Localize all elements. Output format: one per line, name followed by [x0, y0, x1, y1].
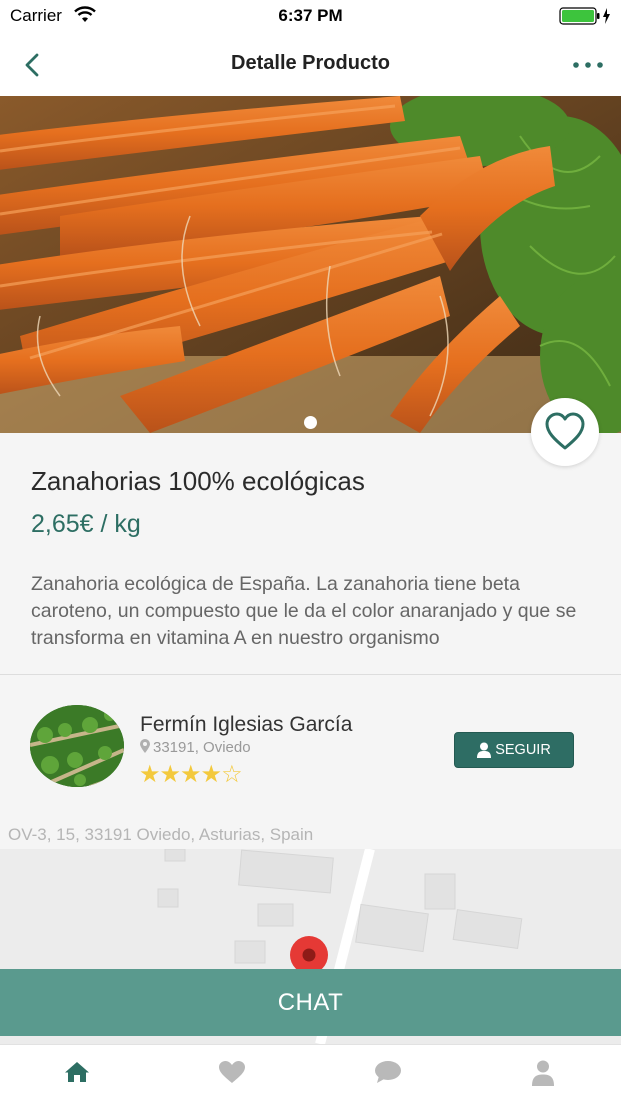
carrots-photo — [0, 96, 621, 433]
product-name: Zanahorias 100% ecológicas — [31, 466, 365, 496]
carousel-page-indicator[interactable] — [304, 416, 317, 429]
rating-stars-full: ★★★★ — [139, 761, 222, 788]
product-price: 2,65€ / kg — [31, 510, 141, 538]
tab-messages[interactable] — [368, 1060, 408, 1090]
map-pin-icon — [140, 739, 150, 753]
battery-icon — [559, 6, 613, 31]
heart-icon — [219, 1061, 245, 1083]
user-icon — [477, 742, 492, 758]
product-image-carousel[interactable] — [0, 96, 621, 433]
tab-home[interactable] — [57, 1060, 97, 1090]
clock: 6:37 PM — [278, 6, 343, 25]
favorite-button[interactable] — [531, 398, 599, 466]
address-label: OV-3, 15, 33191 Oviedo, Asturias, Spain — [8, 825, 314, 844]
user-icon — [532, 1060, 554, 1086]
rating-stars-empty: ☆ — [221, 761, 242, 788]
tab-favorites[interactable] — [212, 1060, 252, 1090]
home-icon — [65, 1062, 89, 1082]
seller-location-text: 33191, Oviedo — [153, 739, 251, 756]
chat-button[interactable]: CHAT — [0, 969, 621, 1036]
seller-avatar[interactable] — [30, 705, 124, 787]
tab-profile[interactable] — [523, 1060, 563, 1090]
seller-location: 33191, Oviedo — [140, 739, 251, 756]
follow-button-label: SEGUIR — [495, 742, 551, 758]
heart-outline-icon — [545, 412, 585, 450]
divider — [0, 674, 621, 675]
navigation-bar: Detalle Producto — [0, 34, 621, 96]
follow-button[interactable]: SEGUIR — [454, 732, 574, 768]
tab-bar — [0, 1044, 621, 1104]
seller-name[interactable]: Fermín Iglesias García — [140, 713, 352, 737]
product-description: Zanahoria ecológica de España. La zanaho… — [31, 573, 577, 649]
more-dots-icon[interactable] — [571, 50, 605, 80]
chat-bubble-icon — [375, 1061, 401, 1083]
status-bar: Carrier 6:37 PM — [0, 0, 621, 34]
page-title: Detalle Producto — [231, 52, 390, 74]
seller-rating: ★★★★☆ — [139, 760, 243, 789]
